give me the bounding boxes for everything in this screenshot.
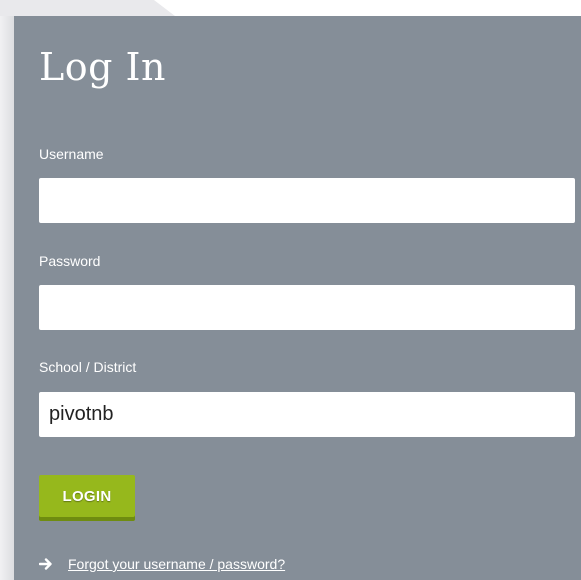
school-district-label: School / District xyxy=(39,359,137,375)
page-title: Log In xyxy=(39,45,167,89)
username-input[interactable] xyxy=(39,178,575,223)
login-button[interactable]: LOGIN xyxy=(39,475,135,521)
login-panel: Log In Username Password School / Distri… xyxy=(14,16,581,580)
password-label: Password xyxy=(39,253,101,269)
school-district-input[interactable] xyxy=(39,392,575,437)
left-border-shade xyxy=(0,16,14,580)
username-label: Username xyxy=(39,146,104,162)
arrow-right-icon xyxy=(39,558,52,570)
top-tab-edge xyxy=(0,0,175,16)
forgot-credentials-link[interactable]: Forgot your username / password? xyxy=(68,556,285,572)
login-page: Log In Username Password School / Distri… xyxy=(0,0,581,580)
forgot-credentials-row: Forgot your username / password? xyxy=(39,554,285,574)
password-input[interactable] xyxy=(39,285,575,330)
